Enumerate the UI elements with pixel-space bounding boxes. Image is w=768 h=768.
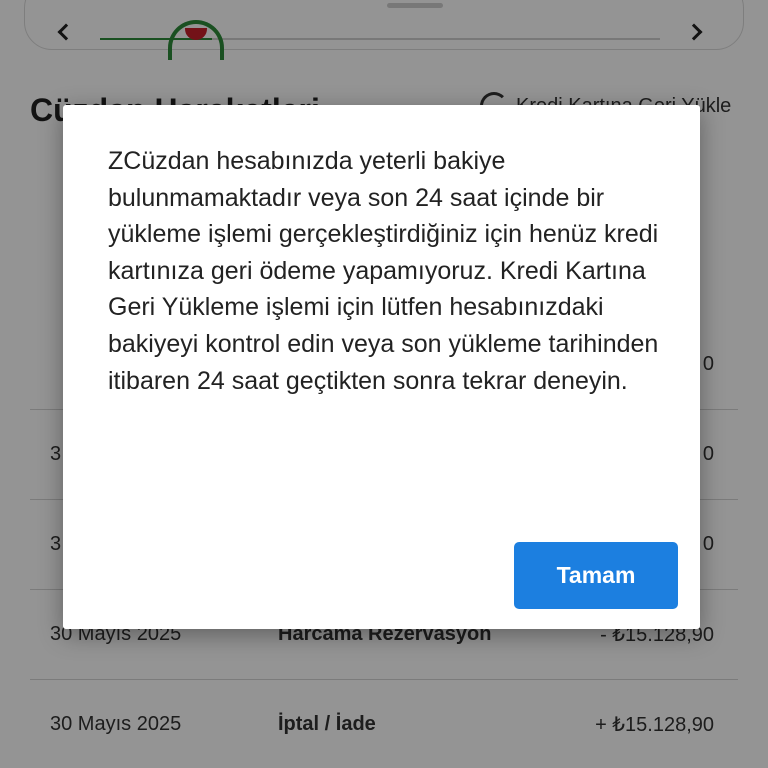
ok-button[interactable]: Tamam (514, 542, 678, 609)
insufficient-balance-dialog: ZCüzdan hesabınızda yeterli bakiye bulun… (63, 105, 700, 629)
dialog-message: ZCüzdan hesabınızda yeterli bakiye bulun… (108, 147, 659, 395)
